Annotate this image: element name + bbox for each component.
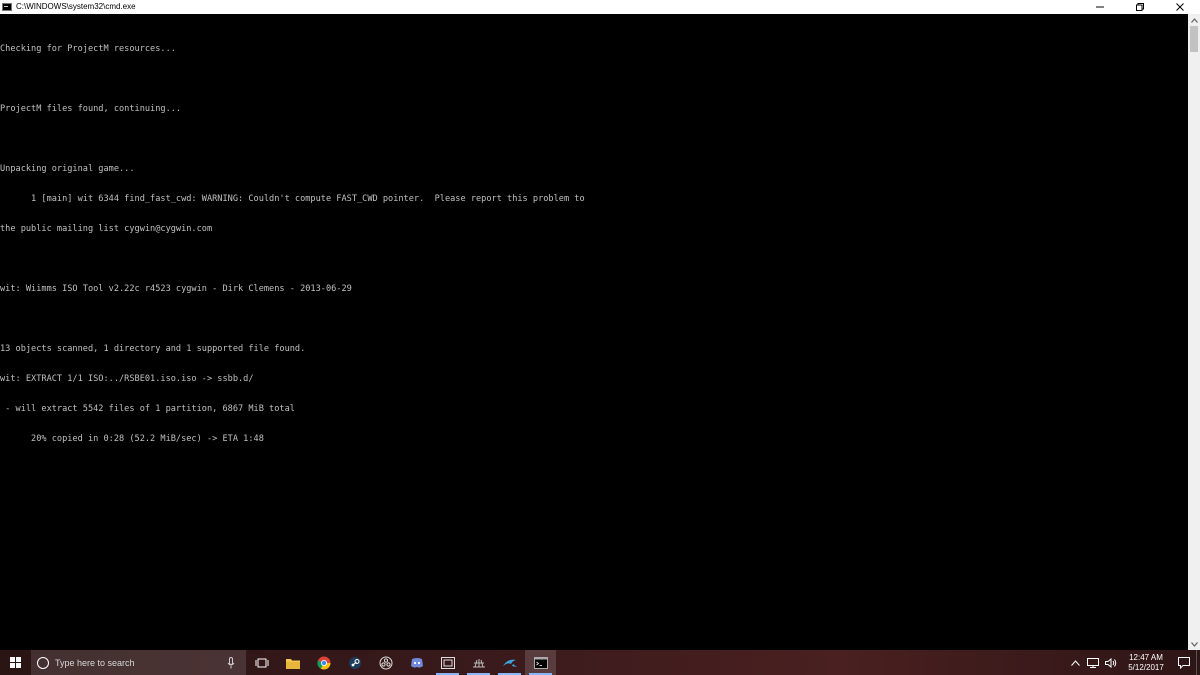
scroll-up-button[interactable]: [1188, 14, 1200, 26]
console-line: 1 [main] wit 6344 find_fast_cwd: WARNING…: [0, 194, 585, 204]
console-line: Checking for ProjectM resources...: [0, 44, 176, 54]
notification-icon: [1178, 656, 1190, 669]
minimize-icon: [1096, 6, 1104, 8]
scroll-thumb[interactable]: [1190, 26, 1198, 52]
chevron-down-icon: [1190, 641, 1198, 647]
console-line: 13 objects scanned, 1 directory and 1 su…: [0, 344, 306, 354]
cmd-icon: [533, 656, 548, 669]
file-explorer-button[interactable]: [277, 650, 308, 675]
task-view-icon: [255, 658, 268, 667]
obs-icon: [379, 656, 392, 669]
search-box[interactable]: Type here to search: [31, 650, 246, 675]
discord-icon: [410, 657, 423, 668]
steam-icon: [348, 656, 361, 669]
system-tray: 12:47 AM 5/12/2017: [1066, 650, 1200, 675]
restore-icon: [1136, 3, 1144, 11]
taskbar-clock[interactable]: 12:47 AM 5/12/2017: [1120, 653, 1172, 673]
steam-button[interactable]: [339, 650, 370, 675]
network-app-icon: [472, 658, 485, 667]
task-view-button[interactable]: [246, 650, 277, 675]
microphone-icon[interactable]: [224, 656, 238, 670]
capture-app-icon: [440, 656, 455, 669]
volume-icon: [1105, 657, 1117, 668]
network-app-button[interactable]: [463, 650, 494, 675]
cortana-icon: [37, 656, 49, 669]
chrome-icon: [316, 656, 330, 669]
taskbar-apps: [246, 650, 556, 675]
show-hidden-icons-button[interactable]: [1068, 650, 1082, 675]
close-button[interactable]: [1160, 0, 1200, 14]
console-line: Unpacking original game...: [0, 164, 135, 174]
capture-app-button[interactable]: [432, 650, 463, 675]
console-line: - will extract 5542 files of 1 partition…: [0, 404, 295, 414]
show-desktop-button[interactable]: [1196, 650, 1200, 675]
cmd-button[interactable]: [525, 650, 556, 675]
volume-tray-button[interactable]: [1104, 650, 1118, 675]
windows-logo-icon: [10, 657, 21, 668]
folder-icon: [285, 658, 300, 669]
restore-button[interactable]: [1120, 0, 1160, 14]
close-icon: [1176, 3, 1184, 11]
console-line: the public mailing list cygwin@cygwin.co…: [0, 224, 213, 234]
action-center-button[interactable]: [1172, 650, 1196, 675]
window-title-bar[interactable]: C:\WINDOWS\system32\cmd.exe: [0, 0, 1200, 14]
chevron-up-icon: [1070, 659, 1080, 666]
console-line: ProjectM files found, continuing...: [0, 104, 182, 114]
discord-button[interactable]: [401, 650, 432, 675]
clock-time: 12:47 AM: [1129, 652, 1163, 662]
dolphin-button[interactable]: [494, 650, 525, 675]
minimize-button[interactable]: [1080, 0, 1120, 14]
network-tray-button[interactable]: [1086, 650, 1100, 675]
vertical-scrollbar[interactable]: [1188, 14, 1200, 650]
obs-button[interactable]: [370, 650, 401, 675]
search-placeholder: Type here to search: [55, 657, 135, 668]
console-line: wit: EXTRACT 1/1 ISO:../RSBE01.iso.iso -…: [0, 374, 254, 384]
taskbar: Type here to search 12:47 AM 5/12/2017: [0, 650, 1200, 675]
console-line: wit: Wiimms ISO Tool v2.22c r4523 cygwin…: [0, 284, 352, 294]
cmd-window-icon[interactable]: [2, 3, 12, 11]
window-controls: [1080, 0, 1200, 14]
scroll-down-button[interactable]: [1188, 638, 1200, 650]
window-title: C:\WINDOWS\system32\cmd.exe: [16, 2, 136, 11]
chrome-button[interactable]: [308, 650, 339, 675]
clock-date: 5/12/2017: [1128, 662, 1164, 672]
console-area[interactable]: Checking for ProjectM resources... Proje…: [0, 14, 1188, 650]
dolphin-icon: [502, 659, 517, 667]
start-button[interactable]: [0, 650, 31, 675]
console-output: Checking for ProjectM resources... Proje…: [0, 24, 585, 464]
console-line: 20% copied in 0:28 (52.2 MiB/sec) -> ETA…: [0, 434, 264, 444]
chevron-up-icon: [1190, 17, 1198, 23]
network-icon: [1087, 657, 1099, 668]
